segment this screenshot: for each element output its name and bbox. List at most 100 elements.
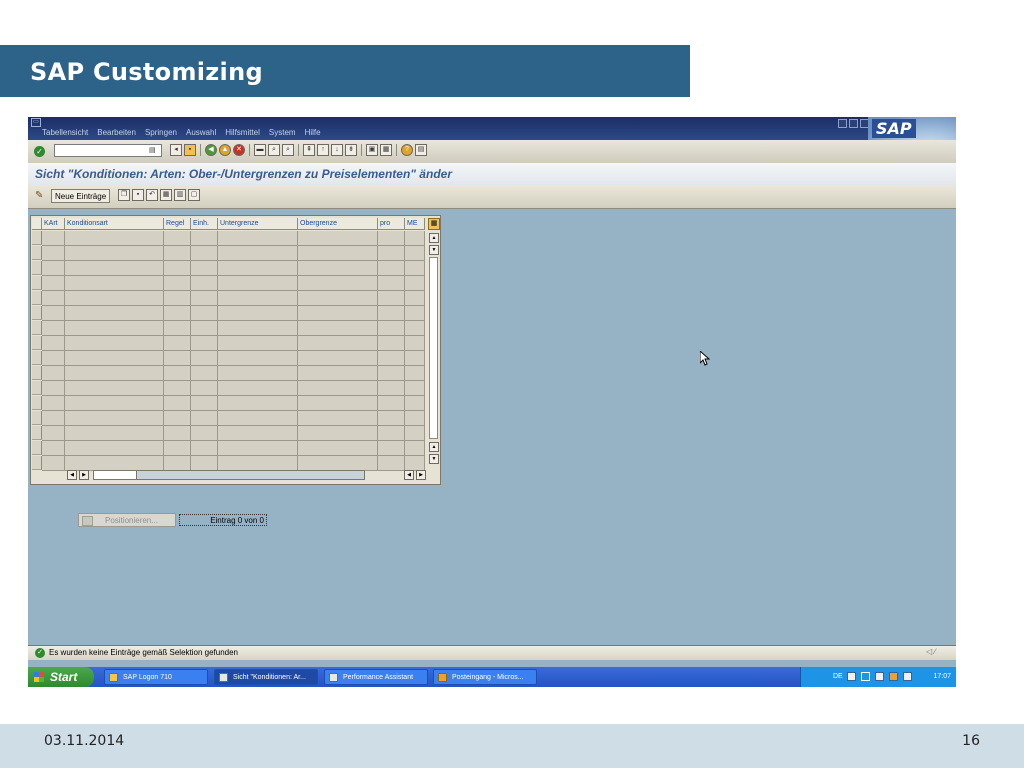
table-cell[interactable] — [191, 426, 218, 441]
table-cell[interactable] — [298, 246, 378, 261]
volume-icon[interactable] — [903, 672, 912, 681]
table-cell[interactable] — [405, 261, 425, 276]
row-selector[interactable] — [32, 336, 42, 350]
table-cell[interactable] — [191, 231, 218, 246]
table-cell[interactable] — [65, 426, 164, 441]
table-cell[interactable] — [191, 456, 218, 471]
language-indicator[interactable]: DE — [833, 673, 843, 680]
table-cell[interactable] — [42, 426, 65, 441]
scroll-bottom-icon[interactable]: ▼ — [429, 454, 439, 464]
table-cell[interactable] — [378, 306, 405, 321]
display-change-icon[interactable]: ✎ — [35, 190, 43, 201]
table-cell[interactable] — [378, 456, 405, 471]
table-cell[interactable] — [298, 381, 378, 396]
table-cell[interactable] — [298, 366, 378, 381]
table-cell[interactable] — [218, 246, 298, 261]
table-cell[interactable] — [191, 321, 218, 336]
table-cell[interactable] — [65, 396, 164, 411]
taskbar-item-performance-assistant[interactable]: Performance Assistant — [324, 669, 428, 685]
table-cell[interactable] — [218, 291, 298, 306]
select-all-icon[interactable]: ▦ — [160, 189, 172, 201]
command-history-icon[interactable]: ▤ — [149, 146, 156, 154]
table-cell[interactable] — [218, 321, 298, 336]
table-cell[interactable] — [42, 261, 65, 276]
column-header-untergrenze[interactable]: Untergrenze — [218, 218, 298, 230]
row-selector[interactable] — [32, 246, 42, 260]
next-page-icon[interactable]: ↓ — [331, 144, 343, 156]
table-cell[interactable] — [42, 246, 65, 261]
find-next-icon[interactable]: ⌕ — [282, 144, 294, 156]
print-icon[interactable]: ▬ — [254, 144, 266, 156]
table-cell[interactable] — [405, 306, 425, 321]
table-cell[interactable] — [405, 381, 425, 396]
table-cell[interactable] — [191, 246, 218, 261]
table-cell[interactable] — [218, 426, 298, 441]
row-selector[interactable] — [32, 276, 42, 290]
table-cell[interactable] — [164, 456, 191, 471]
new-entries-button[interactable]: Neue Einträge — [51, 189, 111, 203]
table-cell[interactable] — [378, 426, 405, 441]
table-cell[interactable] — [298, 261, 378, 276]
table-cell[interactable] — [65, 306, 164, 321]
table-cell[interactable] — [164, 441, 191, 456]
column-header-obergrenze[interactable]: Obergrenze — [298, 218, 378, 230]
command-field[interactable] — [54, 144, 162, 157]
table-cell[interactable] — [164, 411, 191, 426]
table-cell[interactable] — [218, 366, 298, 381]
table-cell[interactable] — [405, 396, 425, 411]
cancel-icon[interactable]: ✕ — [233, 144, 245, 156]
table-cell[interactable] — [405, 321, 425, 336]
table-cell[interactable] — [218, 231, 298, 246]
table-cell[interactable] — [405, 291, 425, 306]
deselect-all-icon[interactable]: ▢ — [188, 189, 200, 201]
table-cell[interactable] — [218, 276, 298, 291]
scroll-up-icon[interactable]: ▼ — [429, 245, 439, 255]
table-cell[interactable] — [218, 306, 298, 321]
table-cell[interactable] — [42, 351, 65, 366]
save-icon[interactable]: ▪ — [184, 144, 196, 156]
exit-icon[interactable]: ▲ — [219, 144, 231, 156]
table-cell[interactable] — [378, 366, 405, 381]
table-cell[interactable] — [65, 411, 164, 426]
table-cell[interactable] — [65, 456, 164, 471]
table-cell[interactable] — [191, 351, 218, 366]
taskbar-item-sap-logon[interactable]: SAP Logon 710 — [104, 669, 208, 685]
select-all-rows-cell[interactable] — [32, 218, 42, 230]
table-cell[interactable] — [218, 411, 298, 426]
table-cell[interactable] — [42, 381, 65, 396]
scroll-top-icon[interactable]: ▲ — [429, 233, 439, 243]
row-selector[interactable] — [32, 381, 42, 395]
table-cell[interactable] — [298, 411, 378, 426]
column-header-konditionsart[interactable]: Konditionsart — [65, 218, 164, 230]
column-header-me[interactable]: ME — [405, 218, 425, 230]
table-cell[interactable] — [164, 336, 191, 351]
table-cell[interactable] — [42, 291, 65, 306]
scroll-right-icon[interactable]: ▶ — [79, 470, 89, 480]
column-scroll-right-icon[interactable]: ▶ — [416, 470, 426, 480]
table-cell[interactable] — [65, 381, 164, 396]
table-cell[interactable] — [164, 426, 191, 441]
table-cell[interactable] — [65, 336, 164, 351]
table-cell[interactable] — [42, 411, 65, 426]
row-selector[interactable] — [32, 456, 42, 470]
scroll-left-icon[interactable]: ◀ — [67, 470, 77, 480]
table-cell[interactable] — [65, 441, 164, 456]
table-cell[interactable] — [191, 396, 218, 411]
column-header-pro[interactable]: pro — [378, 218, 405, 230]
column-header-kart[interactable]: KArt — [42, 218, 65, 230]
table-cell[interactable] — [405, 411, 425, 426]
table-cell[interactable] — [405, 441, 425, 456]
table-cell[interactable] — [298, 336, 378, 351]
menu-hilfsmittel[interactable]: Hilfsmittel — [225, 128, 260, 137]
taskbar-item-sicht-konditionen[interactable]: Sicht "Konditionen: Ar... — [214, 669, 318, 685]
table-cell[interactable] — [191, 366, 218, 381]
row-selector[interactable] — [32, 321, 42, 335]
row-selector[interactable] — [32, 261, 42, 275]
table-cell[interactable] — [164, 306, 191, 321]
table-cell[interactable] — [65, 321, 164, 336]
table-cell[interactable] — [378, 261, 405, 276]
table-cell[interactable] — [42, 366, 65, 381]
table-cell[interactable] — [191, 411, 218, 426]
network-icon[interactable] — [861, 672, 870, 681]
table-cell[interactable] — [164, 381, 191, 396]
